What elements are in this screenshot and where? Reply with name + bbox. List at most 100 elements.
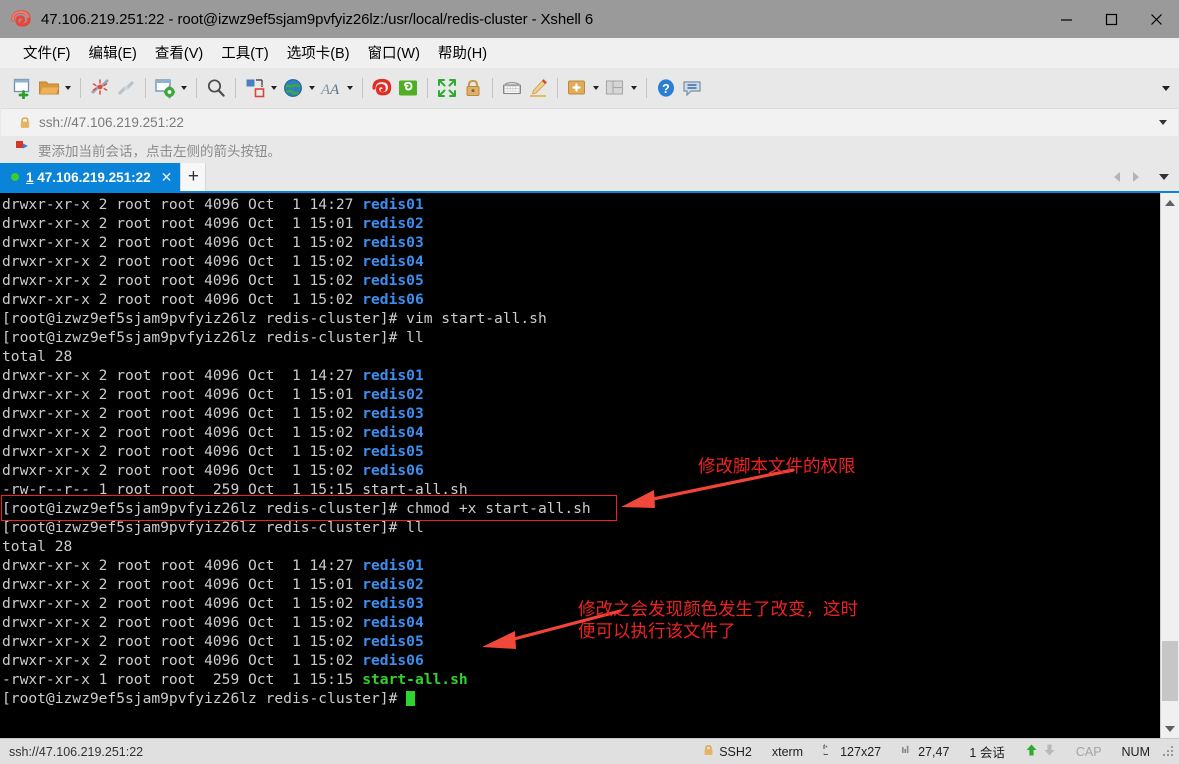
layout-dropdown-arrow[interactable] — [628, 75, 640, 101]
scrollbar-thumb[interactable] — [1162, 641, 1178, 701]
menu-tabs[interactable]: 选项卡(B) — [278, 38, 359, 67]
fullscreen-button[interactable] — [434, 71, 460, 105]
terminal-line-text: drwxr-xr-x 2 root root 4096 Oct 1 14:27 — [2, 196, 362, 213]
highlight-pen-button[interactable] — [525, 71, 551, 105]
terminal-cursor — [406, 691, 415, 706]
toolbar: A A — [0, 68, 1179, 108]
terminal-line-text: [root@izwz9ef5sjam9pvfyiz26lz redis-clus… — [2, 519, 424, 536]
terminal-line-text: drwxr-xr-x 2 root root 4096 Oct 1 14:27 — [2, 367, 362, 384]
tab-close-icon[interactable]: ✕ — [161, 170, 173, 184]
terminal-line: drwxr-xr-x 2 root root 4096 Oct 1 15:02 … — [2, 404, 1160, 423]
menu-view[interactable]: 查看(V) — [146, 38, 212, 67]
terminal-executable-file: start-all.sh — [362, 671, 467, 688]
terminal-line-text: drwxr-xr-x 2 root root 4096 Oct 1 15:02 — [2, 633, 362, 650]
menu-tools[interactable]: 工具(T) — [212, 38, 278, 67]
status-cursor-position: 27,47 — [891, 739, 959, 764]
status-protocol-label: SSH2 — [719, 745, 752, 759]
resize-grip[interactable] — [1162, 745, 1176, 759]
terminal-line: drwxr-xr-x 2 root root 4096 Oct 1 15:02 … — [2, 233, 1160, 252]
toolbar-separator — [362, 78, 363, 98]
chevron-down-icon[interactable] — [1156, 116, 1170, 130]
terminal-directory-name: redis06 — [362, 462, 424, 479]
toolbar-separator — [235, 78, 236, 98]
terminal-line: [root@izwz9ef5sjam9pvfyiz26lz redis-clus… — [2, 689, 1160, 708]
terminal-output[interactable]: drwxr-xr-x 2 root root 4096 Oct 1 14:27 … — [0, 193, 1160, 738]
terminal-line-text: drwxr-xr-x 2 root root 4096 Oct 1 15:02 — [2, 405, 362, 422]
scroll-up-button[interactable] — [1161, 193, 1179, 212]
status-size-label: 127x27 — [840, 745, 881, 759]
address-bar[interactable]: ssh://47.106.219.251:22 — [1, 108, 1178, 136]
keyboard-icon — [499, 75, 525, 101]
open-session-dropdown-arrow[interactable] — [62, 75, 74, 101]
chevron-left-icon[interactable] — [1109, 167, 1125, 187]
menu-edit[interactable]: 编辑(E) — [80, 38, 146, 67]
file-transfer-icon — [242, 75, 268, 101]
tab-connected-indicator — [11, 173, 19, 181]
terminal-line-text: drwxr-xr-x 2 root root 4096 Oct 1 14:27 — [2, 557, 362, 574]
maximize-button[interactable] — [1089, 0, 1134, 38]
lock-session-button[interactable] — [460, 71, 486, 105]
toolbar-overflow-button[interactable] — [1159, 81, 1173, 95]
terminal-line: [root@izwz9ef5sjam9pvfyiz26lz redis-clus… — [2, 518, 1160, 537]
new-session-button[interactable] — [10, 71, 36, 105]
menu-file[interactable]: 文件(F) — [14, 38, 80, 67]
tab-title: 47.106.219.251:22 — [37, 170, 150, 185]
xftp-button[interactable] — [369, 71, 395, 105]
xshell-green-button[interactable] — [395, 71, 421, 105]
web-browser-dropdown-arrow[interactable] — [306, 75, 318, 101]
terminal-line: drwxr-xr-x 2 root root 4096 Oct 1 15:02 … — [2, 423, 1160, 442]
terminal-line-text: drwxr-xr-x 2 root root 4096 Oct 1 15:02 — [2, 424, 362, 441]
terminal-line: -rwxr-xr-x 1 root root 259 Oct 1 15:15 s… — [2, 670, 1160, 689]
close-button[interactable] — [1134, 0, 1179, 38]
terminal-line-text: drwxr-xr-x 2 root root 4096 Oct 1 15:02 — [2, 595, 362, 612]
font-size-button[interactable]: A A — [318, 71, 356, 105]
scroll-down-button[interactable] — [1161, 719, 1179, 738]
minimize-button[interactable] — [1044, 0, 1089, 38]
menu-edit-label: 编辑(E) — [89, 46, 137, 62]
tab-index: 1 — [26, 170, 34, 185]
scrollbar-track[interactable] — [1161, 212, 1179, 719]
disconnect-button[interactable] — [87, 71, 113, 105]
terminal-line-text: -rw-r--r-- 1 root root 259 Oct 1 15:15 s… — [2, 481, 468, 498]
add-note-button[interactable] — [564, 71, 602, 105]
menu-help[interactable]: 帮助(H) — [429, 38, 496, 67]
toolbar-separator — [646, 78, 647, 98]
find-button[interactable] — [203, 71, 229, 105]
terminal-directory-name: redis04 — [362, 614, 424, 631]
xshell-window: 47.106.219.251:22 - root@izwz9ef5sjam9pv… — [0, 0, 1179, 764]
new-tab-button[interactable]: + — [180, 163, 206, 191]
session-properties-button[interactable] — [152, 71, 190, 105]
terminal-directory-name: redis02 — [362, 215, 424, 232]
terminal-scrollbar[interactable] — [1160, 193, 1179, 738]
download-arrow-icon — [1043, 743, 1056, 760]
font-size-dropdown-arrow[interactable] — [344, 75, 356, 101]
terminal-line-text: drwxr-xr-x 2 root root 4096 Oct 1 15:02 — [2, 652, 362, 669]
web-browser-button[interactable] — [280, 71, 318, 105]
status-url: ssh://47.106.219.251:22 — [0, 745, 143, 759]
terminal-line-text: [root@izwz9ef5sjam9pvfyiz26lz redis-clus… — [2, 310, 547, 327]
chevron-right-icon[interactable] — [1128, 167, 1144, 187]
help-button[interactable]: ? — [653, 71, 679, 105]
add-note-dropdown-arrow[interactable] — [590, 75, 602, 101]
session-properties-dropdown-arrow[interactable] — [178, 75, 190, 101]
file-transfer-button[interactable] — [242, 71, 280, 105]
reconnect-button[interactable] — [113, 71, 139, 105]
chat-icon — [679, 75, 705, 101]
disconnect-icon — [87, 75, 113, 101]
terminal-directory-name: redis06 — [362, 291, 424, 308]
hint-bar: 要添加当前会话，点击左侧的箭头按钮。 — [0, 136, 1179, 163]
chat-button[interactable] — [679, 71, 705, 105]
keyboard-button[interactable] — [499, 71, 525, 105]
tab-session-1[interactable]: 1 47.106.219.251:22 ✕ — [0, 163, 180, 191]
help-icon: ? — [653, 75, 679, 101]
globe-icon — [280, 75, 306, 101]
terminal-line: drwxr-xr-x 2 root root 4096 Oct 1 15:02 … — [2, 252, 1160, 271]
menu-window[interactable]: 窗口(W) — [359, 38, 429, 67]
terminal-line: [root@izwz9ef5sjam9pvfyiz26lz redis-clus… — [2, 309, 1160, 328]
open-session-button[interactable] — [36, 71, 74, 105]
terminal-line: -rw-r--r-- 1 root root 259 Oct 1 15:15 s… — [2, 480, 1160, 499]
terminal-line-text: drwxr-xr-x 2 root root 4096 Oct 1 15:01 — [2, 576, 362, 593]
file-transfer-dropdown-arrow[interactable] — [268, 75, 280, 101]
layout-button[interactable] — [602, 71, 640, 105]
tab-list-chevron-down-icon[interactable] — [1155, 167, 1173, 187]
